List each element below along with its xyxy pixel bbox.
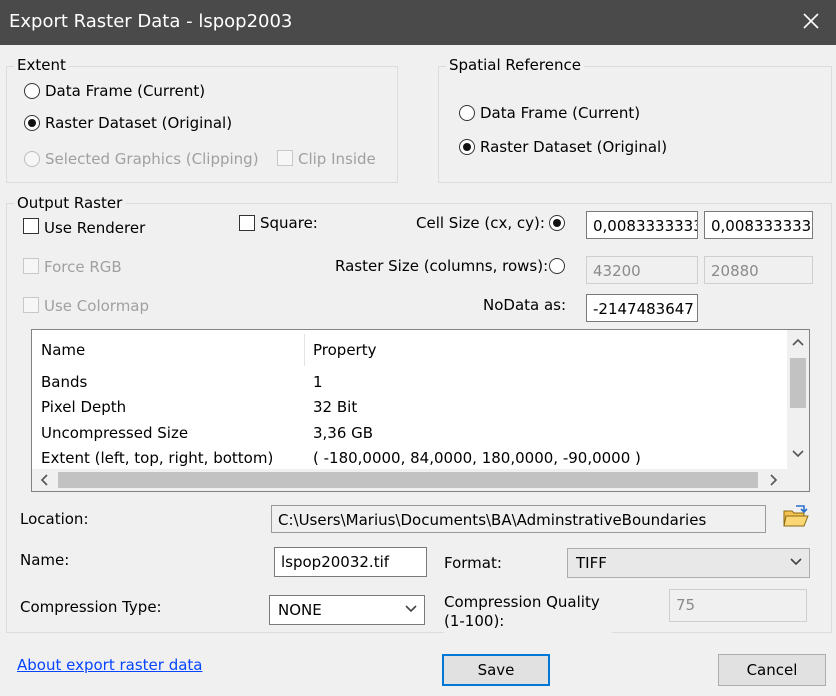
scrollbar-corner [787,469,809,491]
spatial-raster-dataset-label[interactable]: Raster Dataset (Original) [480,138,667,156]
nodata-input[interactable]: -2147483647 [586,294,698,322]
browse-location-button[interactable] [780,502,812,532]
use-colormap-label: Use Colormap [44,297,150,315]
compression-type-label: Compression Type: [20,598,162,616]
list-item[interactable]: Pixel Depth 32 Bit [32,396,787,420]
chevron-down-icon [790,558,802,566]
folder-open-icon [783,505,809,527]
cancel-button[interactable]: Cancel [718,654,826,686]
save-button[interactable]: Save [442,654,550,686]
clip-inside-checkbox [277,150,293,166]
extent-selected-graphics-label: Selected Graphics (Clipping) [45,150,259,168]
property-name: Extent (left, top, right, bottom) [41,449,274,467]
property-value: 1 [313,373,323,391]
compression-quality-label-line1: Compression Quality [444,593,600,611]
raster-size-radio[interactable] [549,258,565,274]
scroll-up-icon[interactable] [791,336,805,348]
property-name: Uncompressed Size [41,424,189,442]
location-label: Location: [20,510,89,528]
force-rgb-checkbox [23,258,39,274]
extent-legend: Extent [14,56,69,74]
spatial-reference-group [438,66,832,183]
raster-columns-input: 43200 [586,256,698,284]
chevron-down-icon [405,605,417,613]
extent-data-frame-radio[interactable] [24,83,40,99]
name-input[interactable]: lspop20032.tif [274,547,427,577]
list-item[interactable]: Uncompressed Size 3,36 GB [32,422,787,446]
scroll-left-icon[interactable] [38,473,50,487]
format-selected-value: TIFF [576,554,607,572]
cell-size-label: Cell Size (cx, cy): [416,214,545,232]
extent-raster-dataset-radio[interactable] [24,115,40,131]
force-rgb-label: Force RGB [44,258,122,276]
output-raster-legend: Output Raster [14,194,126,212]
spatial-data-frame-radio[interactable] [459,105,475,121]
list-item[interactable]: Bands 1 [32,371,787,395]
close-icon [803,13,819,29]
spatial-data-frame-label[interactable]: Data Frame (Current) [480,104,640,122]
horizontal-scroll-thumb[interactable] [58,472,758,488]
column-header-property[interactable]: Property [313,341,376,359]
name-label: Name: [20,551,70,569]
compression-type-select[interactable]: NONE [269,595,425,625]
extent-raster-dataset-label[interactable]: Raster Dataset (Original) [45,114,232,132]
clip-inside-label: Clip Inside [298,150,376,168]
cell-size-x-input[interactable]: 0,008333333333 [586,211,698,239]
scroll-down-icon[interactable] [791,448,805,460]
format-select[interactable]: TIFF [567,548,810,578]
vertical-scroll-thumb[interactable] [790,358,806,408]
square-label[interactable]: Square: [260,214,318,232]
properties-header: Name Property [32,330,787,369]
compression-quality-label: Compression Quality (1-100): [444,593,612,635]
use-renderer-label[interactable]: Use Renderer [44,219,145,237]
cell-size-y-input[interactable]: 0,008333333333 [704,211,813,239]
properties-list[interactable]: Name Property Bands 1 Pixel Depth 32 Bit… [31,329,810,492]
compression-type-selected-value: NONE [278,601,322,619]
extent-data-frame-label[interactable]: Data Frame (Current) [45,82,205,100]
property-value: 3,36 GB [313,424,374,442]
extent-selected-graphics-radio [24,151,40,167]
spatial-raster-dataset-radio[interactable] [459,139,475,155]
help-link[interactable]: About export raster data [17,656,202,674]
compression-quality-input: 75 [669,589,807,622]
format-label: Format: [444,554,502,572]
spatial-reference-legend: Spatial Reference [446,56,584,74]
column-header-name[interactable]: Name [41,341,85,359]
window-title: Export Raster Data - lspop2003 [9,11,293,32]
column-separator[interactable] [304,334,305,366]
raster-rows-input: 20880 [704,256,813,284]
scroll-right-icon[interactable] [768,473,780,487]
cell-size-radio[interactable] [549,215,565,231]
horizontal-scrollbar[interactable] [32,469,787,491]
nodata-label: NoData as: [483,296,567,314]
vertical-scrollbar[interactable] [787,330,809,469]
property-value: 32 Bit [313,398,358,416]
property-name: Bands [41,373,88,391]
square-checkbox[interactable] [239,215,255,231]
title-bar: Export Raster Data - lspop2003 [0,0,836,45]
property-value: ( -180,0000, 84,0000, 180,0000, -90,0000… [313,449,641,467]
location-input: C:\Users\Marius\Documents\BA\Adminstrati… [271,505,766,533]
property-name: Pixel Depth [41,398,127,416]
raster-size-label: Raster Size (columns, rows): [335,257,549,275]
compression-quality-label-line2: (1-100): [444,612,505,630]
list-item[interactable]: Extent (left, top, right, bottom) ( -180… [32,447,787,471]
use-colormap-checkbox [23,297,39,313]
use-renderer-checkbox[interactable] [23,218,39,234]
close-button[interactable] [796,6,826,36]
